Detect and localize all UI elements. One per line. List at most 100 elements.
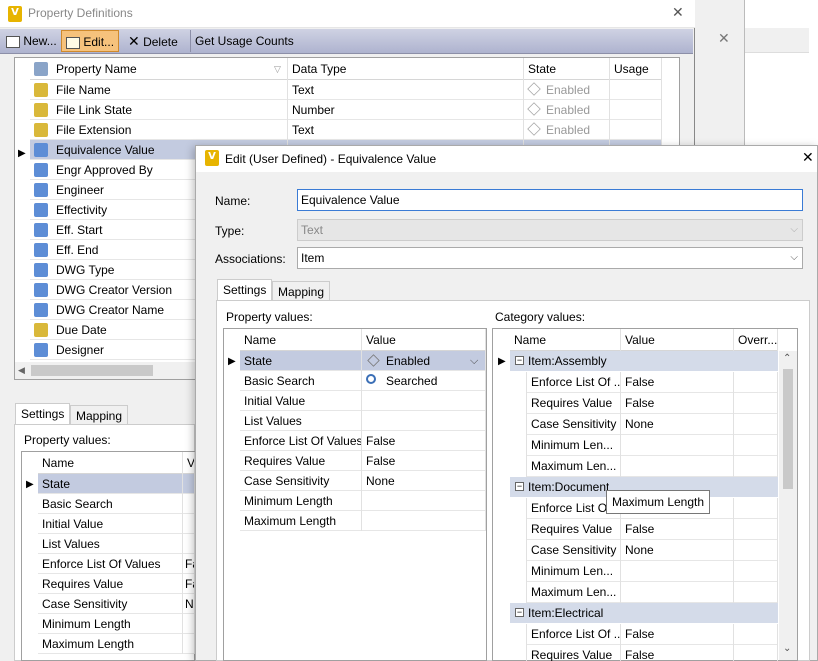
col-data-type[interactable]: Data Type — [288, 58, 524, 80]
col-usage[interactable]: Usage — [610, 58, 662, 80]
cat-row-arrow-icon: ▶ — [498, 356, 506, 367]
category-group[interactable]: − Item:Assembly — [510, 351, 778, 371]
pv-value-text: Enabled — [386, 354, 431, 368]
table-row[interactable]: Enforce List Of ... False — [526, 372, 778, 393]
list-item[interactable]: State — [38, 474, 195, 494]
search-icon — [366, 374, 376, 384]
type-select[interactable]: Text ⌵ — [297, 219, 803, 241]
list-item[interactable]: Minimum Length — [240, 491, 486, 511]
table-row[interactable]: Maximum Len... — [526, 456, 778, 477]
associations-label: Associations: — [215, 252, 286, 266]
list-item[interactable]: Initial Value — [38, 514, 195, 534]
list-item[interactable]: Initial Value — [240, 391, 486, 411]
table-row[interactable]: Minimum Len... — [526, 435, 778, 456]
edit-button[interactable]: Edit... — [61, 30, 120, 52]
tab-settings[interactable]: Settings — [217, 279, 273, 301]
cat-row-override[interactable] — [734, 624, 778, 645]
category-values-label: Category values: — [495, 310, 586, 324]
table-row[interactable]: File Link State Number Enabled — [30, 100, 662, 120]
new-icon — [6, 35, 20, 48]
list-item[interactable]: Maximum Length — [240, 511, 486, 531]
cat-row-override[interactable] — [734, 645, 778, 661]
list-item[interactable]: Case Sensitivity N — [38, 594, 195, 614]
scroll-down-icon[interactable]: ⌄ — [783, 643, 791, 654]
scroll-up-icon[interactable]: ⌃ — [783, 353, 791, 364]
table-row[interactable]: Enforce List Of ... False — [526, 624, 778, 645]
cat-scroll-thumb[interactable] — [783, 369, 793, 489]
bg-close-icon[interactable]: ✕ — [672, 4, 688, 21]
table-row[interactable]: Case Sensitivity None — [526, 414, 778, 435]
cell-data-type: Text — [288, 120, 524, 140]
table-row[interactable]: Minimum Len... — [526, 561, 778, 582]
table-row[interactable]: Case Sensitivity None — [526, 540, 778, 561]
associations-value: Item — [301, 251, 325, 265]
tag-icon — [527, 82, 541, 96]
cat-row-override[interactable] — [734, 498, 778, 519]
bg-property-values-label: Property values: — [24, 433, 111, 447]
cat-row-override[interactable] — [734, 540, 778, 561]
pv-col-name: Name — [240, 329, 362, 351]
cat-row-override[interactable] — [734, 519, 778, 540]
cat-row-override[interactable] — [734, 393, 778, 414]
list-item[interactable]: Basic Search Searched — [240, 371, 486, 391]
pv-name: Case Sensitivity — [38, 594, 183, 614]
list-item[interactable]: State Enabled — [240, 351, 486, 371]
list-item[interactable]: List Values — [38, 534, 195, 554]
cat-row-override[interactable] — [734, 561, 778, 582]
list-item[interactable]: Case Sensitivity None — [240, 471, 486, 491]
category-group[interactable]: − Item:Electrical — [510, 603, 778, 623]
pv-name: Requires Value — [38, 574, 183, 594]
cat-vertical-scrollbar[interactable]: ⌃ ⌄ — [779, 351, 797, 660]
collapse-icon[interactable]: − — [515, 608, 524, 617]
list-item[interactable]: Enforce List Of Values False — [240, 431, 486, 451]
tag-icon — [527, 122, 541, 136]
collapse-icon[interactable]: − — [515, 356, 524, 365]
list-item[interactable]: Requires Value False — [240, 451, 486, 471]
table-row[interactable]: Requires Value False — [526, 645, 778, 661]
pv-name: List Values — [38, 534, 183, 554]
list-item[interactable]: Basic Search — [38, 494, 195, 514]
pv-value: Searched — [362, 371, 486, 391]
new-button[interactable]: New... — [2, 30, 61, 52]
cat-row-override[interactable] — [734, 582, 778, 603]
property-icon — [34, 123, 48, 137]
table-row[interactable]: Requires Value False — [526, 393, 778, 414]
get-usage-counts-button[interactable]: Get Usage Counts — [190, 30, 298, 52]
side-close-icon[interactable]: ✕ — [718, 30, 736, 50]
cat-row-override[interactable] — [734, 456, 778, 477]
list-item[interactable]: Enforce List Of ValuesFa — [38, 554, 195, 574]
bg-tab-mapping[interactable]: Mapping — [70, 405, 129, 425]
tab-mapping[interactable]: Mapping — [272, 281, 331, 301]
pv-value — [183, 494, 195, 514]
type-value: Text — [301, 223, 324, 237]
list-item[interactable]: Maximum Length — [38, 634, 195, 654]
pv-row-arrow-icon: ▶ — [228, 356, 236, 367]
table-row[interactable]: File Extension Text Enabled — [30, 120, 662, 140]
list-item[interactable]: Requires ValueFa — [38, 574, 195, 594]
associations-select[interactable]: Item ⌵ — [297, 247, 803, 269]
table-row[interactable]: Maximum Len... — [526, 582, 778, 603]
list-item[interactable]: Minimum Length — [38, 614, 195, 634]
bg-tab-settings[interactable]: Settings — [15, 403, 71, 425]
col-state[interactable]: State — [524, 58, 610, 80]
scroll-thumb[interactable] — [31, 365, 153, 376]
property-icon — [34, 303, 48, 317]
sort-icon: ▽ — [274, 64, 281, 74]
state-dropdown-icon[interactable]: ⌵ — [470, 355, 478, 368]
cat-row-override[interactable] — [734, 435, 778, 456]
cat-row-name: Maximum Len... — [526, 582, 621, 603]
delete-button[interactable]: ✕ Delete — [124, 30, 182, 52]
cat-row-override[interactable] — [734, 372, 778, 393]
scroll-left-icon[interactable]: ◀ — [18, 365, 25, 376]
dialog-close-icon[interactable]: ✕ — [802, 149, 818, 166]
cat-row-override[interactable] — [734, 414, 778, 435]
col-property-name[interactable]: Property Name — [30, 58, 288, 80]
table-row[interactable]: Requires Value False — [526, 519, 778, 540]
pv-name: Maximum Length — [38, 634, 183, 654]
list-item[interactable]: List Values — [240, 411, 486, 431]
collapse-icon[interactable]: − — [515, 482, 524, 491]
horizontal-scrollbar[interactable]: ◀ — [15, 362, 195, 379]
name-field[interactable]: Equivalence Value — [297, 189, 803, 211]
pv-value-text: None — [366, 474, 395, 488]
table-row[interactable]: File Name Text Enabled — [30, 80, 662, 100]
